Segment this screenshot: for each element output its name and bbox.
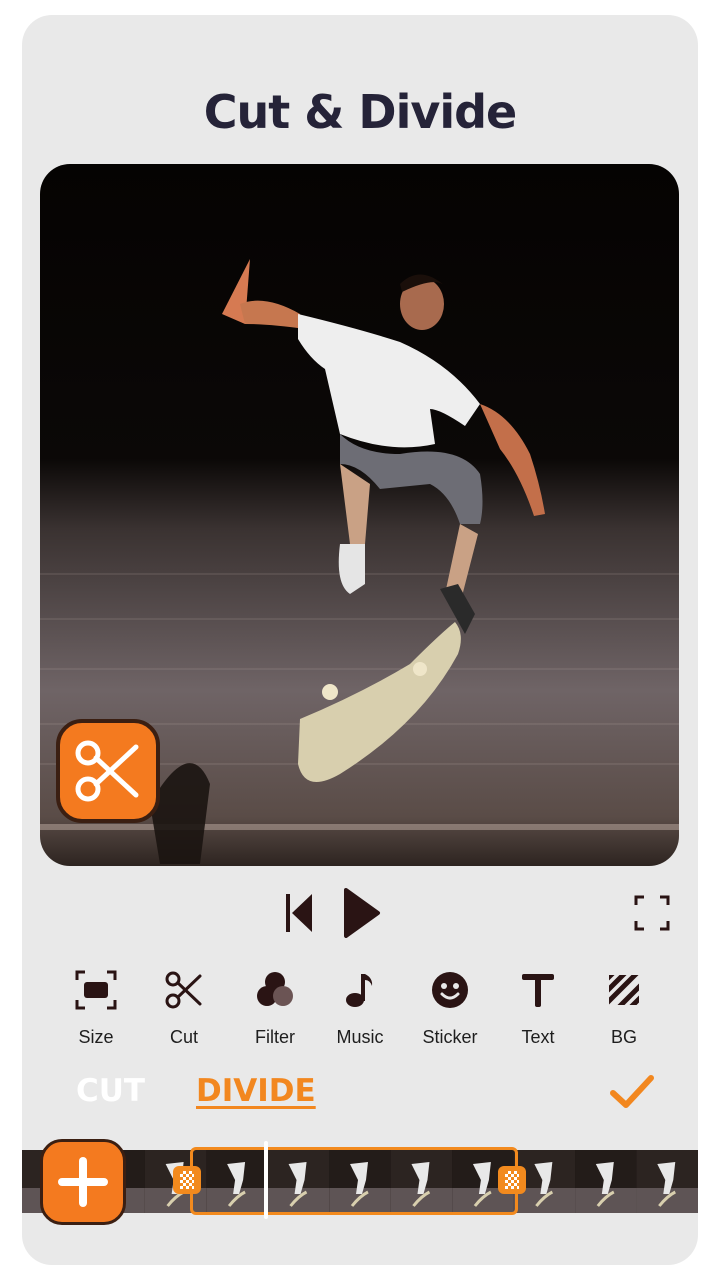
timeline-thumbnail	[636, 1150, 698, 1213]
tool-label: BG	[610, 1027, 637, 1047]
selection-handle-left[interactable]	[173, 1166, 201, 1194]
tool-sticker[interactable]: Sticker	[410, 965, 490, 1048]
page-title: Cut & Divide	[203, 85, 517, 139]
tab-divide[interactable]: DIVIDE	[196, 1073, 316, 1109]
tool-label: Cut	[169, 1027, 198, 1047]
selection-handle-right[interactable]	[498, 1166, 526, 1194]
playhead[interactable]	[264, 1141, 268, 1219]
scissors-icon	[165, 971, 202, 1009]
timeline-thumbnail	[575, 1150, 637, 1213]
background-icon	[609, 975, 639, 1005]
scissors-icon	[75, 740, 139, 802]
plus-icon	[58, 1157, 108, 1207]
tool-cut[interactable]: Cut	[144, 965, 224, 1048]
play-button[interactable]	[342, 888, 382, 938]
size-icon	[75, 970, 117, 1010]
tool-bar: Size Cut Filter Music Sticker Text BG	[22, 965, 698, 1055]
tool-music[interactable]: Music	[320, 965, 400, 1048]
text-icon	[522, 974, 554, 1007]
tool-label: Music	[336, 1027, 384, 1047]
filter-icon	[257, 972, 293, 1006]
tool-label: Text	[521, 1027, 555, 1047]
divide-selection[interactable]	[190, 1147, 518, 1215]
music-note-icon	[346, 974, 373, 1007]
smiley-icon	[432, 972, 468, 1008]
previous-button[interactable]	[284, 888, 314, 938]
tab-cut[interactable]: CUT	[76, 1073, 145, 1109]
tool-label: Size	[78, 1027, 114, 1047]
tool-bg[interactable]: BG	[584, 965, 664, 1048]
fullscreen-button[interactable]	[634, 895, 670, 931]
confirm-button[interactable]	[608, 1072, 656, 1112]
checkmark-icon	[610, 1075, 654, 1108]
play-icon	[344, 888, 380, 938]
tool-label: Filter	[255, 1027, 295, 1047]
skip-previous-icon	[286, 894, 312, 932]
cut-badge[interactable]	[56, 719, 160, 823]
tool-filter[interactable]: Filter	[235, 965, 315, 1048]
editor-card: Cut & Divide Size Cut Filter Music Stick…	[22, 15, 698, 1265]
fullscreen-icon	[634, 895, 670, 931]
tool-size[interactable]: Size	[56, 965, 136, 1048]
tool-label: Sticker	[422, 1027, 478, 1047]
add-button[interactable]	[40, 1139, 126, 1225]
tool-text[interactable]: Text	[498, 965, 578, 1048]
